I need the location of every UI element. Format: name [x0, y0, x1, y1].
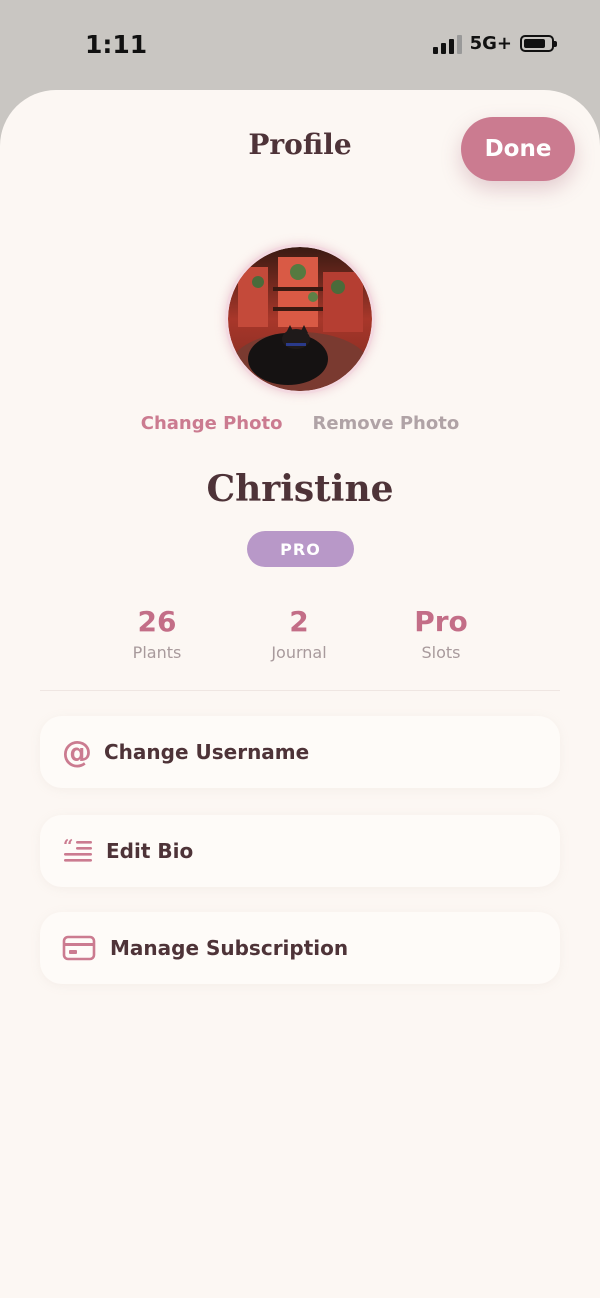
change-photo-button[interactable]: Change Photo — [141, 413, 283, 434]
menu-label: Edit Bio — [106, 839, 194, 863]
menu-label: Manage Subscription — [110, 936, 349, 960]
pro-badge: PRO — [247, 531, 354, 567]
signal-icon — [432, 34, 462, 54]
status-time: 1:11 — [85, 30, 148, 59]
profile-sheet: Profile Done Change Photo Remove Photo C… — [0, 90, 600, 1298]
battery-level — [524, 39, 545, 48]
status-bar: 1:11 5G+ — [0, 0, 600, 90]
divider — [40, 690, 560, 691]
stat-slots: Pro Slots — [371, 605, 511, 662]
stat-plants: 26 Plants — [87, 605, 227, 662]
status-indicators: 5G+ — [432, 33, 557, 54]
stat-label: Slots — [421, 643, 461, 662]
avatar[interactable] — [225, 244, 375, 394]
at-icon: @ — [62, 734, 92, 770]
remove-photo-button[interactable]: Remove Photo — [312, 413, 459, 434]
user-name: Christine — [206, 468, 394, 510]
manage-subscription-button[interactable]: Manage Subscription — [40, 912, 560, 984]
stat-journal: 2 Journal — [229, 605, 369, 662]
change-username-button[interactable]: @ Change Username — [40, 716, 560, 788]
stat-label: Plants — [132, 643, 182, 662]
stat-value: 2 — [289, 605, 309, 638]
stat-label: Journal — [271, 643, 327, 662]
stat-value: 26 — [137, 605, 177, 638]
done-button[interactable]: Done — [461, 117, 575, 181]
photo-actions: Change Photo Remove Photo — [0, 413, 600, 434]
battery-icon — [520, 35, 557, 52]
network-label: 5G+ — [469, 33, 512, 54]
credit-card-icon — [62, 935, 96, 961]
edit-bio-button[interactable]: “ Edit Bio — [40, 815, 560, 887]
quote-lines-icon: “ — [62, 837, 94, 865]
avatar-photo — [228, 247, 372, 391]
menu-label: Change Username — [104, 740, 310, 764]
stat-value: Pro — [414, 605, 468, 638]
